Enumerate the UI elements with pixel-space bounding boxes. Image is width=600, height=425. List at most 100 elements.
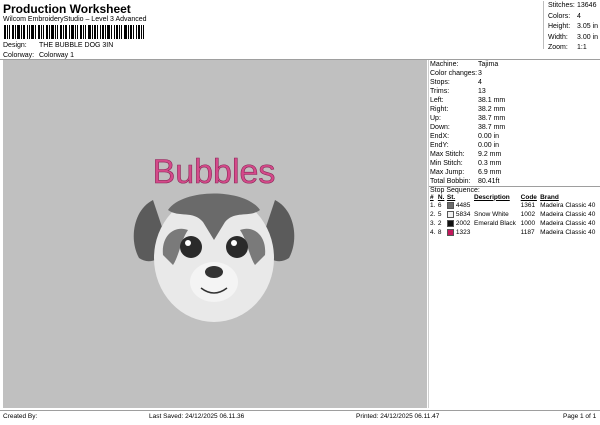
info-value: 13 — [478, 88, 486, 95]
stat-label: Stitches: — [548, 2, 575, 9]
design-preview: Bubbles — [3, 60, 427, 408]
info-value: 6.9 mm — [478, 169, 502, 176]
info-label: Right: — [430, 106, 449, 113]
stat-label: Zoom: — [548, 44, 568, 51]
design-stats: Stitches: 13646 Colors: 4 Height: 3.05 in W… — [543, 1, 600, 51]
design-text: Bubbles — [153, 153, 276, 191]
info-label: EndY: — [430, 142, 449, 149]
info-value: 0.00 in — [478, 133, 500, 140]
stat-row: Zoom: 1:1 — [544, 43, 600, 54]
info-label: Min Stitch: — [430, 160, 463, 167]
table-cell: 2002 — [446, 219, 473, 228]
stitch-count: 2002 — [455, 220, 471, 228]
info-label: Up: — [430, 115, 441, 122]
last-saved: Last Saved: 24/12/2025 06.11.36 — [149, 413, 245, 420]
col-header: N. — [437, 193, 445, 201]
table-cell: 4. — [430, 229, 436, 236]
table-cell — [473, 201, 520, 210]
info-value: 0.00 in — [478, 142, 500, 149]
col-header: Code — [520, 193, 537, 201]
table-cell: 5 — [437, 211, 442, 218]
table-cell: 1361 — [520, 202, 536, 209]
info-label: Stops: — [430, 79, 450, 86]
thread-color-swatch — [446, 201, 454, 209]
table-row: 4. 8 1323 1187 Madeira Classic 40 — [429, 228, 600, 237]
software-subtitle: Wilcom EmbroideryStudio – Level 3 Advanc… — [3, 16, 147, 23]
table-cell — [473, 228, 520, 237]
worksheet-title: Production Worksheet — [3, 2, 131, 16]
stat-value: 13646 — [577, 2, 597, 9]
thread-color-swatch — [446, 219, 454, 227]
table-cell: 2 — [437, 220, 442, 227]
table-cell: Madeira Classic 40 — [540, 229, 596, 236]
stat-row: Height: 3.05 in — [544, 22, 600, 33]
info-value: 38.1 mm — [478, 97, 506, 104]
table-cell: Madeira Classic 40 — [540, 220, 596, 227]
table-row: 1. 6 4485 1361 Madeira Classic 40 — [429, 201, 600, 210]
table-header-row: # N. St. Description Code Brand — [429, 193, 600, 201]
stitch-count: 5834 — [455, 211, 471, 219]
printed-date: Printed: 24/12/2025 06.11.47 — [356, 413, 440, 420]
stat-value: 3.00 in — [577, 33, 599, 41]
info-value: 38.7 mm — [478, 115, 506, 122]
table-cell: Madeira Classic 40 — [540, 202, 596, 209]
table-cell: 4485 — [446, 201, 473, 210]
info-label: Machine: — [430, 61, 459, 68]
table-cell: 6 — [437, 202, 442, 209]
thread-color-swatch — [446, 210, 454, 218]
info-value: Tajima — [478, 61, 499, 68]
thread-color-swatch — [446, 228, 454, 236]
table-cell: 1002 — [520, 211, 536, 218]
table-cell: 8 — [437, 229, 442, 236]
stat-row: Width: 3.00 in — [544, 33, 600, 44]
stat-row: Stitches: 13646 — [544, 1, 600, 12]
table-cell: 3. — [430, 220, 436, 227]
info-label: Color changes: — [430, 70, 478, 77]
stitch-count: 1323 — [455, 229, 471, 237]
info-value: 38.7 mm — [478, 124, 506, 131]
table-cell: Madeira Classic 40 — [540, 211, 596, 218]
info-value: 38.2 mm — [478, 106, 506, 113]
stop-sequence-table: # N. St. Description Code Brand 1. 6 4485 1… — [429, 193, 600, 237]
design-value: THE BUBBLE DOG 3IN — [39, 42, 114, 49]
col-header: Description — [474, 193, 510, 201]
info-label: Total Bobbin: — [430, 178, 471, 185]
dog-embroidery-image: Bubbles — [133, 153, 295, 322]
page-number: Page 1 of 1 — [563, 413, 597, 420]
table-cell: Emerald Black — [474, 220, 516, 227]
col-header: # — [430, 193, 434, 201]
info-label: Trims: — [430, 88, 450, 95]
stat-value: 1:1 — [577, 44, 587, 51]
table-cell: 1323 — [446, 228, 473, 237]
info-label: EndX: — [430, 133, 450, 140]
stat-row: Colors: 4 — [544, 12, 600, 23]
stitch-count: 4485 — [455, 202, 471, 210]
info-label: Max Stitch: — [430, 151, 465, 158]
design-info: Design: THE BUBBLE DOG 3IN Colorway: Col… — [3, 41, 303, 61]
info-label: Max Jump: — [430, 169, 465, 176]
barcode-image — [4, 25, 144, 39]
worksheet-footer: Created By: Last Saved: 24/12/2025 06.11… — [0, 410, 600, 425]
stat-label: Width: — [548, 33, 568, 41]
info-value: 3 — [478, 70, 482, 77]
table-cell: 1. — [430, 202, 436, 209]
stat-label: Height: — [548, 23, 571, 30]
table-cell: 2. — [430, 211, 436, 218]
stat-value: 4 — [577, 12, 581, 20]
table-row: 3. 2 2002 Emerald Black 1000 Madeira Classic … — [429, 219, 600, 228]
table-row: 2. 5 5834 Snow White 1002 Madeira Classic 40 — [429, 210, 600, 219]
stat-value: 3.05 in — [577, 23, 599, 30]
info-value: 9.2 mm — [478, 151, 502, 158]
created-by: Created By: — [3, 413, 38, 420]
col-header: St. — [446, 193, 456, 201]
info-label: Down: — [430, 124, 450, 131]
info-value: 80.41ft — [478, 178, 500, 185]
table-cell: 5834 — [446, 210, 473, 219]
info-label: Left: — [430, 97, 444, 104]
info-value: 4 — [478, 79, 482, 86]
machine-info-panel: Machine: Tajima Color changes: 3 Stops: 4 T… — [428, 60, 600, 408]
stat-label: Colors: — [548, 12, 571, 20]
design-label: Design: — [3, 42, 27, 49]
table-cell: 1000 — [520, 220, 536, 227]
table-cell: Snow White — [474, 211, 509, 218]
